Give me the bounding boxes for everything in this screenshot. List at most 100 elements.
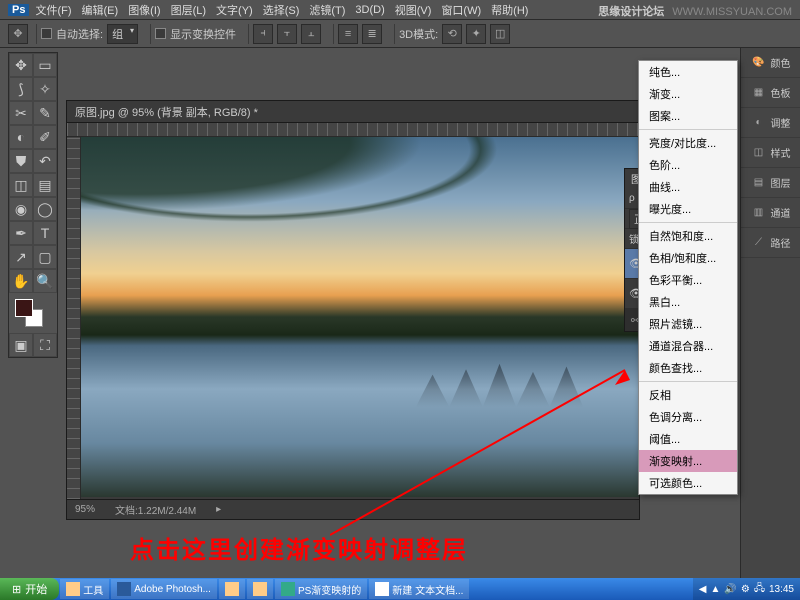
menu-pattern[interactable]: 图案... [639, 105, 737, 127]
tray-icon[interactable]: ◀ [699, 584, 707, 595]
hand-tool[interactable]: ✋ [9, 269, 33, 293]
start-button[interactable]: ⊞开始 [0, 578, 59, 600]
menu-file[interactable]: 文件(F) [31, 0, 75, 20]
auto-select-label: 自动选择: [56, 26, 103, 42]
align-icon[interactable]: ⫠ [301, 24, 321, 44]
menu-color-lookup[interactable]: 颜色查找... [639, 357, 737, 379]
heal-tool[interactable]: ◐ [9, 125, 33, 149]
menu-selective-color[interactable]: 可选颜色... [639, 472, 737, 494]
3d-pan-icon[interactable]: ✦ [466, 24, 486, 44]
color-swatches[interactable] [9, 293, 57, 333]
tray-icon[interactable]: 🔊 [724, 584, 736, 595]
menu-window[interactable]: 窗口(W) [437, 0, 485, 20]
taskbar-button[interactable] [247, 579, 273, 599]
move-tool[interactable]: ✥ [9, 53, 33, 77]
dodge-tool[interactable]: ◯ [33, 197, 57, 221]
menu-image[interactable]: 图像(I) [124, 0, 164, 20]
menu-gradient-map[interactable]: 渐变映射... [639, 450, 737, 472]
panel-channels[interactable]: ▥通道 [741, 198, 800, 228]
menu-view[interactable]: 视图(V) [391, 0, 436, 20]
move-tool-icon[interactable]: ✥ [8, 24, 28, 44]
ps-logo: Ps [8, 4, 29, 16]
menu-layer[interactable]: 图层(L) [167, 0, 210, 20]
pen-tool[interactable]: ✒ [9, 221, 33, 245]
menu-threshold[interactable]: 阈值... [639, 428, 737, 450]
menu-bw[interactable]: 黑白... [639, 291, 737, 313]
eyedropper-tool[interactable]: ✎ [33, 101, 57, 125]
ruler-vertical [67, 137, 81, 499]
folder-icon [66, 582, 80, 596]
menu-posterize[interactable]: 色调分离... [639, 406, 737, 428]
auto-select-checkbox[interactable] [41, 28, 52, 39]
brush-tool[interactable]: ✐ [33, 125, 57, 149]
document-tab[interactable]: 原图.jpg @ 95% (背景 副本, RGB/8) * [67, 101, 639, 123]
menu-levels[interactable]: 色阶... [639, 154, 737, 176]
menu-select[interactable]: 选择(S) [259, 0, 304, 20]
menu-photo-filter[interactable]: 照片滤镜... [639, 313, 737, 335]
panel-adjustments[interactable]: ◐调整 [741, 108, 800, 138]
menu-hue-sat[interactable]: 色相/饱和度... [639, 247, 737, 269]
crop-tool[interactable]: ✂ [9, 101, 33, 125]
ps-icon [117, 582, 131, 596]
fg-color-swatch[interactable] [15, 299, 33, 317]
menu-type[interactable]: 文字(Y) [212, 0, 257, 20]
menu-filter[interactable]: 滤镜(T) [305, 0, 349, 20]
auto-select-dropdown[interactable]: 组 [107, 24, 138, 44]
menu-solid-color[interactable]: 纯色... [639, 61, 737, 83]
panel-paths[interactable]: ⟋路径 [741, 228, 800, 258]
taskbar-button[interactable]: PS渐变映射的 [275, 579, 367, 599]
3d-orbit-icon[interactable]: ⟲ [442, 24, 462, 44]
clock[interactable]: 13:45 [769, 584, 794, 595]
history-brush-tool[interactable]: ↶ [33, 149, 57, 173]
menu-3d[interactable]: 3D(D) [351, 2, 388, 18]
align-icon[interactable]: ⫞ [253, 24, 273, 44]
menu-channel-mixer[interactable]: 通道混合器... [639, 335, 737, 357]
taskbar-button[interactable]: 新建 文本文档... [369, 579, 469, 599]
show-transform-checkbox[interactable] [155, 28, 166, 39]
system-tray[interactable]: ◀ ▲ 🔊 ⚙ 🖧 13:45 [693, 578, 800, 600]
menu-vibrance[interactable]: 自然饱和度... [639, 225, 737, 247]
taskbar-button[interactable]: 工具 [60, 579, 109, 599]
tray-icon[interactable]: 🖧 [754, 581, 765, 598]
menu-curves[interactable]: 曲线... [639, 176, 737, 198]
marquee-tool[interactable]: ▭ [33, 53, 57, 77]
panel-styles[interactable]: ◫样式 [741, 138, 800, 168]
eraser-tool[interactable]: ◫ [9, 173, 33, 197]
tray-icon[interactable]: ⚙ [741, 584, 750, 595]
panel-swatches[interactable]: ▦色板 [741, 78, 800, 108]
shape-tool[interactable]: ▢ [33, 245, 57, 269]
menu-invert[interactable]: 反相 [639, 384, 737, 406]
canvas[interactable] [81, 137, 639, 499]
menu-brightness[interactable]: 亮度/对比度... [639, 132, 737, 154]
screenmode-tool[interactable]: ⛶ [33, 333, 57, 357]
gradient-tool[interactable]: ▤ [33, 173, 57, 197]
stamp-tool[interactable]: ⛊ [9, 149, 33, 173]
3d-icon[interactable]: ◫ [490, 24, 510, 44]
adjustment-layer-menu: 纯色... 渐变... 图案... 亮度/对比度... 色阶... 曲线... … [638, 60, 738, 495]
status-bar: 95% 文档:1.22M/2.44M ▸ [67, 499, 639, 519]
distribute-icon[interactable]: ≣ [362, 24, 382, 44]
wand-tool[interactable]: ✧ [33, 77, 57, 101]
panel-color[interactable]: 🎨颜色 [741, 48, 800, 78]
quickmask-tool[interactable]: ▣ [9, 333, 33, 357]
taskbar-button[interactable]: Adobe Photosh... [111, 579, 217, 599]
type-tool[interactable]: T [33, 221, 57, 245]
path-tool[interactable]: ↗ [9, 245, 33, 269]
taskbar-button[interactable] [219, 579, 245, 599]
menu-color-balance[interactable]: 色彩平衡... [639, 269, 737, 291]
doc-info: 文档:1.22M/2.44M [115, 502, 196, 517]
menu-gradient[interactable]: 渐变... [639, 83, 737, 105]
lasso-tool[interactable]: ⟆ [9, 77, 33, 101]
distribute-icon[interactable]: ≡ [338, 24, 358, 44]
blur-tool[interactable]: ◉ [9, 197, 33, 221]
tray-icon[interactable]: ▲ [710, 584, 720, 595]
zoom-level[interactable]: 95% [75, 504, 95, 515]
menu-exposure[interactable]: 曝光度... [639, 198, 737, 220]
panel-layers[interactable]: ▤图层 [741, 168, 800, 198]
menu-edit[interactable]: 编辑(E) [78, 0, 123, 20]
align-icon[interactable]: ⫟ [277, 24, 297, 44]
zoom-tool[interactable]: 🔍 [33, 269, 57, 293]
info-arrow-icon[interactable]: ▸ [216, 504, 221, 515]
menu-help[interactable]: 帮助(H) [487, 0, 532, 20]
windows-icon: ⊞ [12, 583, 21, 596]
